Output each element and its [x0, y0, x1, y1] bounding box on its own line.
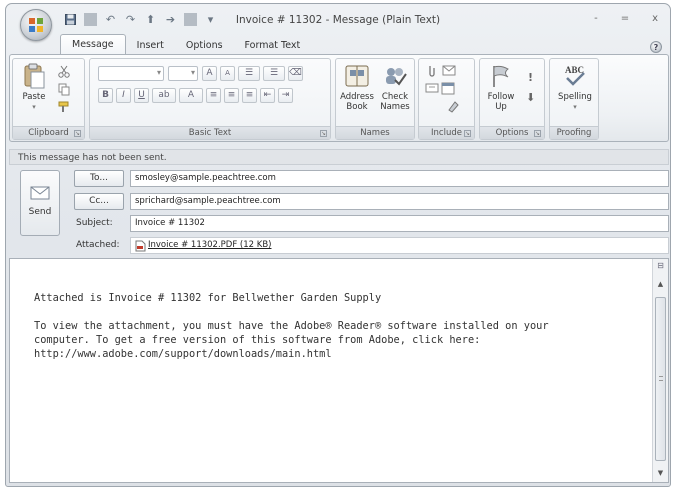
attachment-name: Invoice # 11302.PDF (12 KB)	[148, 240, 272, 250]
cut-icon[interactable]	[57, 64, 71, 78]
send-envelope-icon	[30, 186, 50, 200]
paste-icon	[20, 62, 48, 90]
font-color-icon[interactable]: A	[179, 88, 203, 103]
subject-field[interactable]: Invoice # 11302	[130, 215, 669, 232]
message-body[interactable]: Attached is Invoice # 11302 for Bellweth…	[9, 258, 669, 483]
to-field[interactable]: smosley@sample.peachtree.com	[130, 170, 669, 187]
clear-formatting-icon[interactable]: ⌫	[288, 66, 303, 81]
info-bar: This message has not been sent.	[9, 149, 669, 165]
send-button[interactable]: Send	[20, 170, 60, 236]
spelling-button[interactable]: ABC Spelling ▾	[553, 62, 597, 112]
send-label: Send	[28, 207, 52, 217]
options-group: Follow Up ! ⬇ Options ↘	[479, 58, 545, 140]
highlight-icon[interactable]: ab	[152, 88, 176, 103]
italic-icon[interactable]: I	[116, 88, 131, 103]
check-names-icon	[381, 62, 409, 90]
attach-item-icon[interactable]	[441, 64, 463, 78]
body-link-line: http://www.adobe.com/support/downloads/m…	[34, 348, 332, 360]
office-button[interactable]	[20, 9, 52, 41]
check-names-button[interactable]: Check Names	[376, 62, 414, 112]
high-importance-icon[interactable]: !	[528, 71, 533, 84]
cc-button[interactable]: Cc...	[74, 193, 124, 210]
format-painter-icon[interactable]	[57, 100, 71, 114]
ribbon: Paste▾ Clipboard ↘ A A ☰ ☰ ⌫ B I U ab	[9, 54, 669, 142]
business-card-icon[interactable]	[425, 81, 439, 95]
attach-file-icon[interactable]	[425, 64, 439, 78]
options-launcher[interactable]: ↘	[534, 130, 541, 137]
numbering-icon[interactable]: ☰	[263, 66, 285, 81]
proofing-group-label: Proofing	[550, 126, 598, 139]
body-line: To view the attachment, you must have th…	[34, 320, 549, 332]
body-line: computer. To get a free version of this …	[34, 334, 481, 346]
shrink-font-icon[interactable]: A	[220, 66, 235, 81]
address-book-button[interactable]: Address Book	[338, 62, 376, 112]
basic-text-launcher[interactable]: ↘	[320, 130, 327, 137]
vertical-scrollbar[interactable]: ⊟ ▲ ▼	[652, 259, 668, 482]
low-importance-icon[interactable]: ⬇	[526, 91, 535, 104]
office-logo-icon	[29, 18, 43, 32]
increase-indent-icon[interactable]: ⇥	[278, 88, 293, 103]
ribbon-tabs: Message Insert Options Format Text	[60, 33, 311, 55]
split-view-icon[interactable]: ⊟	[654, 261, 667, 272]
include-launcher[interactable]: ↘	[464, 130, 471, 137]
attached-field: Invoice # 11302.PDF (12 KB)	[130, 237, 669, 254]
tab-options[interactable]: Options	[175, 36, 234, 55]
align-left-icon[interactable]: ≡	[206, 88, 221, 103]
window-title: Invoice # 11302 - Message (Plain Text)	[235, 14, 441, 26]
message-body-text: Attached is Invoice # 11302 for Bellweth…	[34, 291, 644, 361]
decrease-indent-icon[interactable]: ⇤	[260, 88, 275, 103]
align-right-icon[interactable]: ≡	[242, 88, 257, 103]
help-icon[interactable]: ?	[650, 41, 662, 53]
follow-up-button[interactable]: Follow Up	[483, 62, 519, 112]
body-line: Attached is Invoice # 11302 for Bellweth…	[34, 292, 382, 304]
clipboard-group: Paste ▾ Clipboard ↘	[12, 58, 85, 140]
clipboard-launcher[interactable]: ↘	[74, 130, 81, 137]
basic-text-group: A A ☰ ☰ ⌫ B I U ab A ≡ ≡ ≡ ⇤ ⇥ Basic Tex…	[89, 58, 331, 140]
include-group: Include ↘	[418, 58, 475, 140]
proofing-group: ABC Spelling ▾ Proofing	[549, 58, 599, 140]
flag-icon	[487, 62, 515, 90]
subject-label: Subject:	[76, 218, 113, 228]
underline-icon[interactable]: U	[134, 88, 149, 103]
attachment-link[interactable]: Invoice # 11302.PDF (12 KB)	[135, 238, 271, 253]
font-name-combo[interactable]	[98, 66, 164, 81]
paste-button[interactable]: Paste ▾	[16, 62, 52, 112]
window-controls: - = x	[594, 13, 658, 24]
tab-message[interactable]: Message	[60, 34, 126, 55]
attached-label: Attached:	[76, 240, 120, 250]
cc-field[interactable]: sprichard@sample.peachtree.com	[130, 193, 669, 210]
spelling-icon: ABC	[561, 62, 589, 90]
calendar-icon[interactable]	[441, 81, 455, 95]
tab-insert[interactable]: Insert	[126, 36, 175, 55]
scroll-down-button[interactable]: ▼	[653, 466, 668, 480]
font-size-combo[interactable]	[168, 66, 198, 81]
scroll-thumb[interactable]	[655, 297, 666, 461]
align-center-icon[interactable]: ≡	[224, 88, 239, 103]
grow-font-icon[interactable]: A	[202, 66, 217, 81]
message-window: ↶ ↷ ⬆ ➔ ▾ Invoice # 11302 - Message (Pla…	[5, 3, 671, 487]
svg-text:ABC: ABC	[565, 65, 584, 75]
close-button[interactable]: x	[652, 13, 658, 24]
bullets-icon[interactable]: ☰	[238, 66, 260, 81]
names-group: Address Book Check Names Names	[335, 58, 415, 140]
pdf-file-icon	[135, 240, 146, 251]
thumb-grip	[659, 376, 663, 381]
to-button[interactable]: To...	[74, 170, 124, 187]
font-size-buttons: A A ☰ ☰ ⌫	[202, 66, 303, 81]
minimize-button[interactable]: -	[594, 13, 598, 24]
scroll-up-button[interactable]: ▲	[653, 277, 668, 291]
signature-icon[interactable]	[447, 99, 461, 113]
format-row: B I U ab A ≡ ≡ ≡ ⇤ ⇥	[98, 88, 293, 103]
bold-icon[interactable]: B	[98, 88, 113, 103]
address-book-icon	[343, 62, 371, 90]
basic-text-group-label: Basic Text	[90, 126, 330, 139]
maximize-button[interactable]: =	[621, 13, 629, 24]
names-group-label: Names	[336, 126, 414, 139]
copy-icon[interactable]	[57, 82, 71, 96]
tab-format-text[interactable]: Format Text	[234, 36, 312, 55]
